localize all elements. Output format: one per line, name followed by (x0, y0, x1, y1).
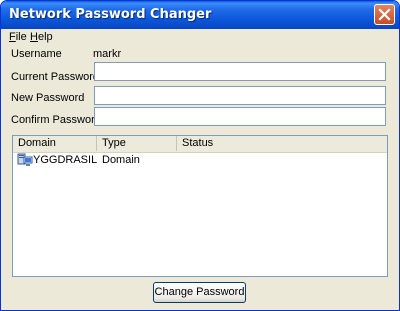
row-type: Domain (102, 154, 140, 166)
column-header-status[interactable]: Status (177, 136, 387, 151)
column-header-domain[interactable]: Domain (13, 136, 97, 151)
confirm-password-label: Confirm Password (11, 114, 101, 126)
close-icon (378, 8, 391, 21)
server-icon (17, 153, 33, 166)
change-password-button[interactable]: Change Password (153, 282, 246, 303)
window-title: Network Password Changer (9, 7, 212, 22)
menu-help[interactable]: Help (28, 31, 55, 43)
app-window: Network Password Changer File Help Usern… (0, 0, 400, 311)
close-button[interactable] (374, 4, 395, 25)
domain-list[interactable]: Domain Type Status YGGDRASIL Domain (12, 135, 388, 277)
list-item[interactable]: YGGDRASIL Domain (15, 153, 385, 167)
current-password-label: Current Password (11, 71, 100, 83)
confirm-password-field[interactable] (94, 107, 386, 126)
title-bar[interactable]: Network Password Changer (1, 1, 399, 29)
list-header: Domain Type Status (13, 136, 387, 153)
current-password-field[interactable] (94, 62, 386, 81)
username-label: Username (11, 48, 62, 60)
menu-file[interactable]: File (7, 31, 29, 43)
username-value: markr (93, 48, 122, 60)
new-password-field[interactable] (94, 86, 386, 105)
new-password-label: New Password (11, 92, 85, 104)
row-domain: YGGDRASIL (33, 154, 98, 166)
column-header-type[interactable]: Type (97, 136, 177, 151)
menu-bar: File Help (4, 29, 396, 47)
